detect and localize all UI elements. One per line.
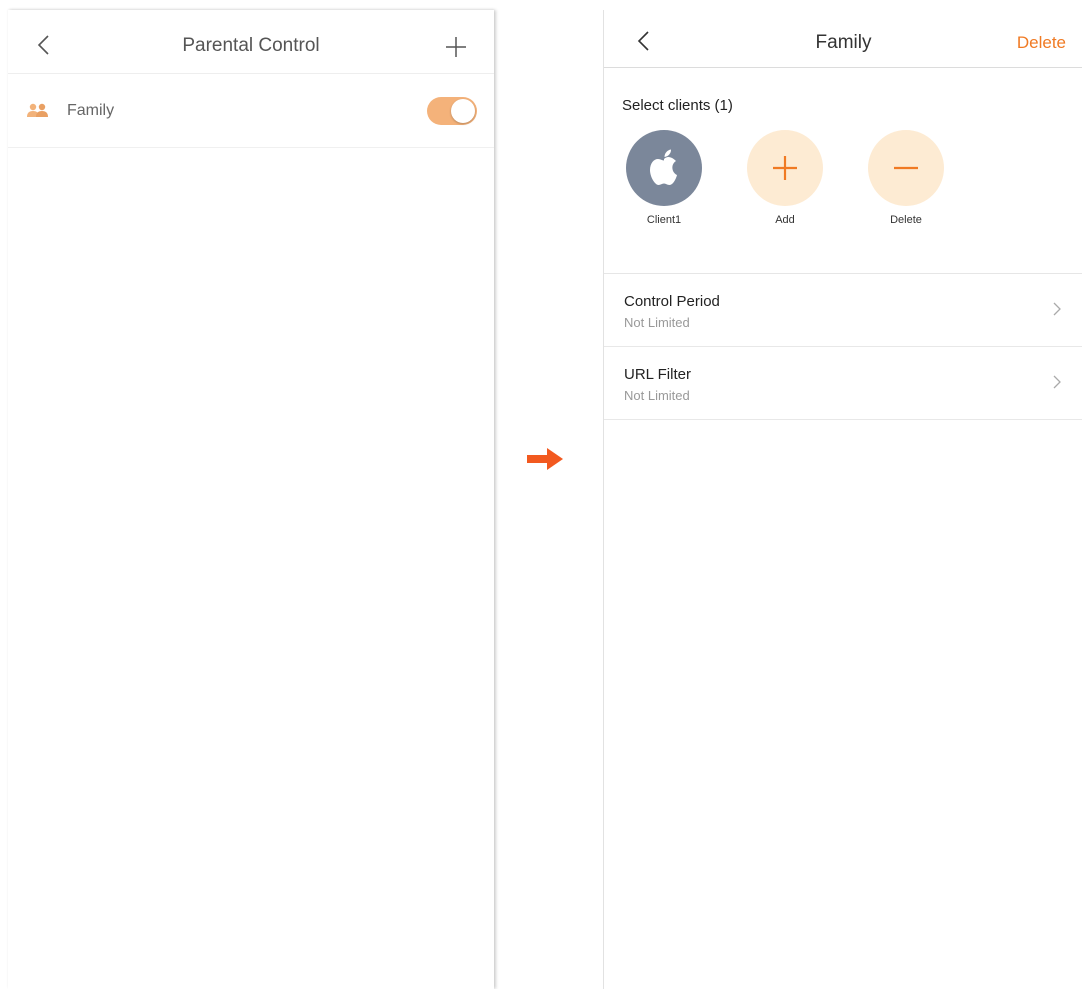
menu-title: URL Filter <box>624 366 691 383</box>
add-circle <box>747 130 823 206</box>
client-label: Client1 <box>646 214 682 226</box>
stage: Parental Control Family Family Delete Se… <box>0 0 1082 989</box>
client-avatar <box>626 130 702 206</box>
client-item[interactable]: Client1 <box>626 130 702 226</box>
chevron-right-icon <box>1053 302 1061 316</box>
family-detail-screen: Family Delete Select clients (1) Client1 <box>603 10 1082 989</box>
menu-title: Control Period <box>624 293 720 310</box>
plus-icon[interactable] <box>445 36 467 58</box>
clients-section: Select clients (1) Client1 Add Delete <box>604 68 1082 274</box>
parental-control-screen: Parental Control Family <box>8 10 494 989</box>
add-client-button[interactable]: Add <box>747 130 823 226</box>
arrow-right-icon <box>527 448 563 470</box>
menu-subtitle: Not Limited <box>624 315 690 330</box>
delete-label: Delete <box>890 214 922 226</box>
group-users-icon <box>27 103 48 117</box>
nav-bar: Parental Control <box>8 10 494 74</box>
toggle-knob <box>451 99 475 123</box>
nav-bar: Family Delete <box>604 10 1082 68</box>
clients-heading: Select clients (1) <box>622 97 733 114</box>
plus-icon <box>773 156 797 180</box>
control-period-row[interactable]: Control Period Not Limited <box>604 274 1082 347</box>
delete-circle <box>868 130 944 206</box>
chevron-right-icon <box>1053 375 1061 389</box>
family-toggle[interactable] <box>427 97 477 125</box>
url-filter-row[interactable]: URL Filter Not Limited <box>604 347 1082 420</box>
list-item-label: Family <box>67 102 115 119</box>
list-item-family[interactable]: Family <box>8 74 494 148</box>
menu-subtitle: Not Limited <box>624 388 690 403</box>
add-label: Add <box>775 214 795 226</box>
minus-icon <box>894 166 918 170</box>
page-title: Parental Control <box>182 35 320 56</box>
page-title: Family <box>815 32 872 53</box>
delete-client-button[interactable]: Delete <box>868 130 944 226</box>
apple-logo-icon <box>650 149 677 185</box>
delete-button[interactable]: Delete <box>1017 33 1066 53</box>
